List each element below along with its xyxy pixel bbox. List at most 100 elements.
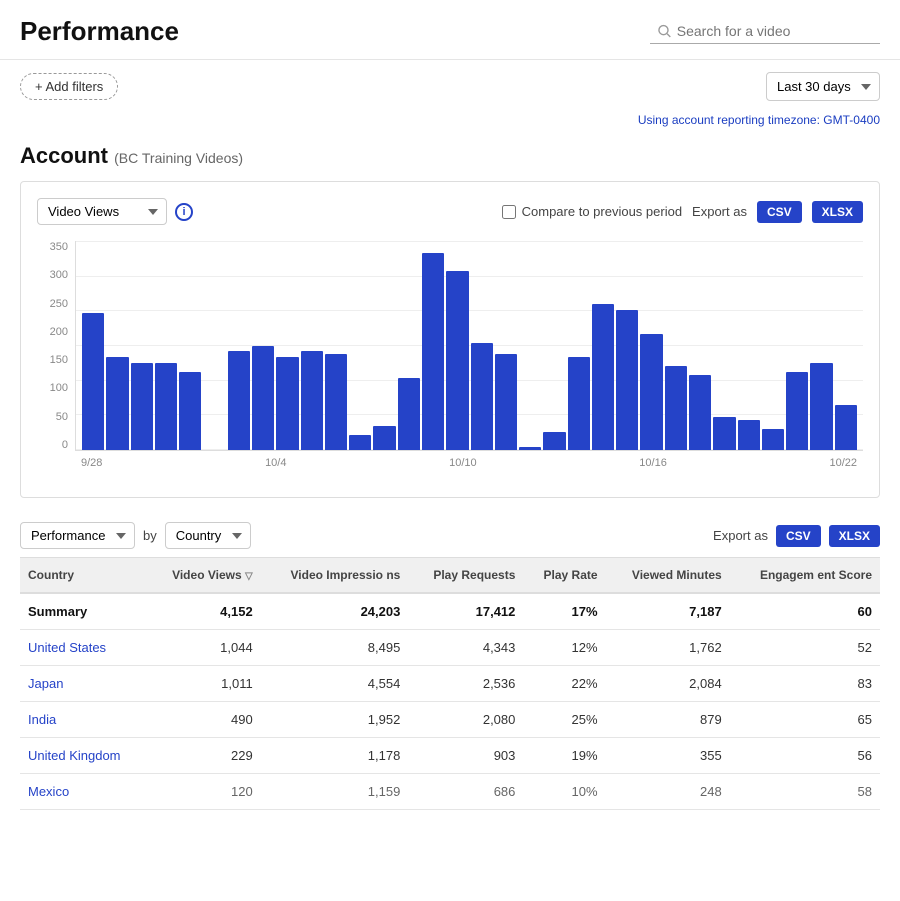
- bar[interactable]: [155, 363, 177, 450]
- perf-export-label: Export as: [713, 528, 768, 543]
- cell-engagement-score: 83: [730, 666, 880, 702]
- bar[interactable]: [786, 372, 808, 450]
- cell-play-rate: 19%: [523, 738, 605, 774]
- bar[interactable]: [82, 313, 104, 450]
- bar[interactable]: [835, 405, 857, 450]
- bar[interactable]: [349, 435, 371, 450]
- col-video-views[interactable]: Video Views ▽: [147, 558, 260, 594]
- y-axis-label: 50: [56, 411, 68, 423]
- bar[interactable]: [131, 363, 153, 450]
- summary-viewed-minutes: 7,187: [606, 593, 730, 630]
- account-title: Account (BC Training Videos): [20, 143, 880, 169]
- chart-csv-button[interactable]: CSV: [757, 201, 802, 223]
- y-axis-label: 100: [50, 382, 68, 394]
- bar[interactable]: [446, 271, 468, 450]
- chart-xlsx-button[interactable]: XLSX: [812, 201, 863, 223]
- search-box[interactable]: [650, 19, 880, 44]
- compare-checkbox-label[interactable]: Compare to previous period: [502, 204, 682, 219]
- country-link[interactable]: India: [28, 712, 56, 727]
- date-range-select[interactable]: Last 30 days: [766, 72, 880, 101]
- bar[interactable]: [738, 420, 760, 450]
- cell-country: Mexico: [20, 774, 147, 810]
- cell-engagement-score: 56: [730, 738, 880, 774]
- compare-checkbox[interactable]: [502, 205, 516, 219]
- cell-play-requests: 686: [408, 774, 523, 810]
- table-row: United States 1,044 8,495 4,343 12% 1,76…: [20, 630, 880, 666]
- perf-dimension-select[interactable]: Country: [165, 522, 251, 549]
- summary-play-requests: 17,412: [408, 593, 523, 630]
- page-title: Performance: [20, 16, 179, 47]
- cell-viewed-minutes: 2,084: [606, 666, 730, 702]
- cell-video-impressions: 4,554: [261, 666, 409, 702]
- bar[interactable]: [640, 334, 662, 450]
- bar[interactable]: [422, 253, 444, 450]
- bar[interactable]: [276, 357, 298, 450]
- bar[interactable]: [762, 429, 784, 450]
- col-engagement-score: Engagem ent Score: [730, 558, 880, 594]
- bar[interactable]: [543, 432, 565, 450]
- y-axis-label: 150: [50, 354, 68, 366]
- bar[interactable]: [495, 354, 517, 450]
- perf-metric-select[interactable]: Performance: [20, 522, 135, 549]
- bar[interactable]: [689, 375, 711, 450]
- table-summary-row: Summary 4,152 24,203 17,412 17% 7,187 60: [20, 593, 880, 630]
- bar[interactable]: [592, 304, 614, 450]
- perf-controls: Performance by Country Export as CSV XLS…: [20, 514, 880, 557]
- bar-chart: 350300250200150100500 9/2810/410/1010/16…: [37, 241, 863, 481]
- col-play-requests: Play Requests: [408, 558, 523, 594]
- perf-csv-button[interactable]: CSV: [776, 525, 821, 547]
- cell-video-impressions: 1,952: [261, 702, 409, 738]
- country-link[interactable]: Mexico: [28, 784, 69, 799]
- bar[interactable]: [179, 372, 201, 450]
- bar[interactable]: [471, 343, 493, 450]
- account-section: Account (BC Training Videos): [0, 135, 900, 181]
- cell-play-rate: 12%: [523, 630, 605, 666]
- x-axis-label: 10/4: [265, 457, 286, 481]
- chart-card: Video Views i Compare to previous period…: [20, 181, 880, 498]
- bar[interactable]: [301, 351, 323, 450]
- cell-play-rate: 25%: [523, 702, 605, 738]
- x-axis-label: 10/16: [639, 457, 667, 481]
- cell-play-requests: 2,080: [408, 702, 523, 738]
- col-video-impressions: Video Impressio ns: [261, 558, 409, 594]
- search-icon: [658, 24, 671, 38]
- summary-engagement-score: 60: [730, 593, 880, 630]
- y-axis-label: 250: [50, 298, 68, 310]
- country-link[interactable]: Japan: [28, 676, 63, 691]
- add-filters-button[interactable]: + Add filters: [20, 73, 118, 100]
- cell-country: Japan: [20, 666, 147, 702]
- perf-xlsx-button[interactable]: XLSX: [829, 525, 880, 547]
- country-link[interactable]: United States: [28, 640, 106, 655]
- bar[interactable]: [325, 354, 347, 450]
- country-link[interactable]: United Kingdom: [28, 748, 121, 763]
- bar[interactable]: [228, 351, 250, 450]
- cell-viewed-minutes: 879: [606, 702, 730, 738]
- bar[interactable]: [568, 357, 590, 450]
- cell-video-views: 490: [147, 702, 260, 738]
- bar[interactable]: [252, 346, 274, 451]
- summary-play-rate: 17%: [523, 593, 605, 630]
- bar[interactable]: [616, 310, 638, 450]
- col-country: Country: [20, 558, 147, 594]
- col-viewed-minutes: Viewed Minutes: [606, 558, 730, 594]
- chart-left-controls: Video Views i: [37, 198, 193, 225]
- by-label: by: [143, 528, 157, 543]
- x-axis-label: 9/28: [81, 457, 102, 481]
- bar[interactable]: [713, 417, 735, 450]
- bar[interactable]: [373, 426, 395, 450]
- bar[interactable]: [106, 357, 128, 450]
- cell-video-impressions: 8,495: [261, 630, 409, 666]
- table-row: Japan 1,011 4,554 2,536 22% 2,084 83: [20, 666, 880, 702]
- bar[interactable]: [519, 447, 541, 450]
- bar[interactable]: [665, 366, 687, 450]
- perf-left-controls: Performance by Country: [20, 522, 251, 549]
- perf-right-controls: Export as CSV XLSX: [713, 525, 880, 547]
- bar[interactable]: [810, 363, 832, 450]
- search-input[interactable]: [677, 23, 872, 39]
- table-row: Mexico 120 1,159 686 10% 248 58: [20, 774, 880, 810]
- metric-select[interactable]: Video Views: [37, 198, 167, 225]
- bar[interactable]: [398, 378, 420, 450]
- cell-country: United Kingdom: [20, 738, 147, 774]
- info-icon[interactable]: i: [175, 203, 193, 221]
- cell-viewed-minutes: 1,762: [606, 630, 730, 666]
